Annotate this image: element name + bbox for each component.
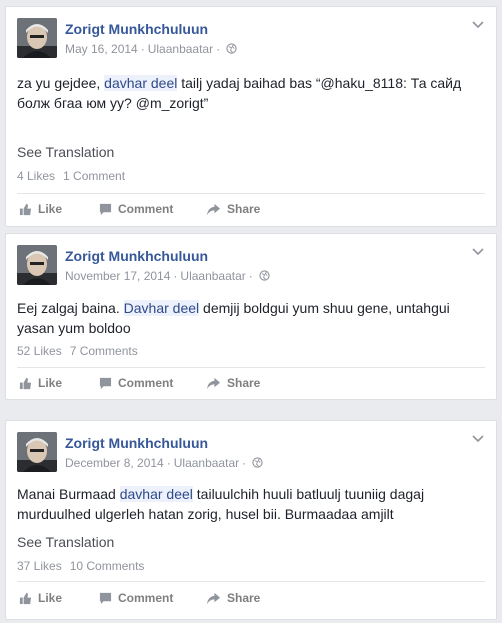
post-actions: Like Comment Share: [17, 591, 485, 611]
share-button[interactable]: Share: [206, 202, 260, 216]
post-text: Manai Burmaad davhar deel tailuulchih hu…: [17, 486, 425, 522]
share-icon: [207, 377, 220, 389]
see-translation-link[interactable]: See Translation: [17, 534, 114, 550]
like-button[interactable]: Like: [19, 591, 62, 605]
thumbs-up-icon: [19, 203, 32, 215]
hashtag-link[interactable]: davhar deel: [119, 486, 193, 502]
see-translation-link[interactable]: See Translation: [17, 144, 114, 160]
post-date[interactable]: May 16, 2014: [65, 42, 138, 56]
post-card: Zorigt Munkhchuluun May 16, 2014 · Ulaanba…: [5, 6, 497, 227]
divider: [17, 581, 485, 582]
post-stats: 4 Likes 1 Comment: [17, 169, 125, 183]
comment-button[interactable]: Comment: [99, 202, 173, 216]
post-location[interactable]: Ulaanbaatar: [148, 42, 213, 56]
likes-count[interactable]: 37 Likes: [17, 559, 62, 573]
post-card: Zorigt Munkhchuluun December 8, 2014 · Ula…: [5, 420, 497, 620]
post-stats: 37 Likes 10 Comments: [17, 559, 144, 573]
post-meta: November 17, 2014 · Ulaanbaatar ·: [65, 269, 270, 283]
author-name[interactable]: Zorigt Munkhchuluun: [65, 248, 208, 264]
avatar[interactable]: [17, 432, 57, 472]
chevron-down-icon[interactable]: [472, 435, 484, 443]
likes-count[interactable]: 4 Likes: [17, 169, 55, 183]
thumbs-up-icon: [19, 377, 32, 389]
divider: [17, 367, 485, 368]
globe-icon: [252, 457, 263, 468]
author-name[interactable]: Zorigt Munkhchuluun: [65, 21, 208, 37]
comment-icon: [99, 592, 112, 604]
avatar[interactable]: [17, 18, 57, 58]
thumbs-up-icon: [19, 592, 32, 604]
like-button[interactable]: Like: [19, 376, 62, 390]
share-icon: [207, 592, 220, 604]
comments-count[interactable]: 1 Comment: [63, 169, 125, 183]
comment-icon: [99, 377, 112, 389]
hashtag-link[interactable]: davhar deel: [104, 75, 178, 91]
post-text: za yu gejdee, davhar deel tailj yadaj ba…: [17, 75, 462, 111]
share-button[interactable]: Share: [206, 591, 260, 605]
comment-icon: [99, 203, 112, 215]
share-button[interactable]: Share: [206, 376, 260, 390]
comment-button[interactable]: Comment: [99, 376, 173, 390]
comments-count[interactable]: 7 Comments: [70, 344, 138, 358]
globe-icon: [259, 270, 270, 281]
post-text: Eej zalgaj baina. Davhar deel demjij bol…: [17, 300, 450, 336]
post-actions: Like Comment Share: [17, 376, 485, 396]
post-meta: December 8, 2014 · Ulaanbaatar ·: [65, 456, 263, 470]
post-location[interactable]: Ulaanbaatar: [174, 456, 239, 470]
hashtag-link[interactable]: Davhar deel: [123, 300, 200, 316]
post-card: Zorigt Munkhchuluun November 17, 2014 · Ul…: [5, 233, 497, 400]
post-actions: Like Comment Share: [17, 202, 485, 222]
author-name[interactable]: Zorigt Munkhchuluun: [65, 435, 208, 451]
comments-count[interactable]: 10 Comments: [70, 559, 145, 573]
like-button[interactable]: Like: [19, 202, 62, 216]
post-date[interactable]: November 17, 2014: [65, 269, 170, 283]
post-stats: 52 Likes 7 Comments: [17, 344, 138, 358]
avatar[interactable]: [17, 245, 57, 285]
likes-count[interactable]: 52 Likes: [17, 344, 62, 358]
comment-button[interactable]: Comment: [99, 591, 173, 605]
chevron-down-icon[interactable]: [472, 21, 484, 29]
globe-icon: [226, 43, 237, 54]
share-icon: [207, 203, 220, 215]
chevron-down-icon[interactable]: [472, 248, 484, 256]
post-location[interactable]: Ulaanbaatar: [180, 269, 245, 283]
divider: [17, 193, 485, 194]
post-date[interactable]: December 8, 2014: [65, 456, 164, 470]
post-meta: May 16, 2014 · Ulaanbaatar ·: [65, 42, 237, 56]
